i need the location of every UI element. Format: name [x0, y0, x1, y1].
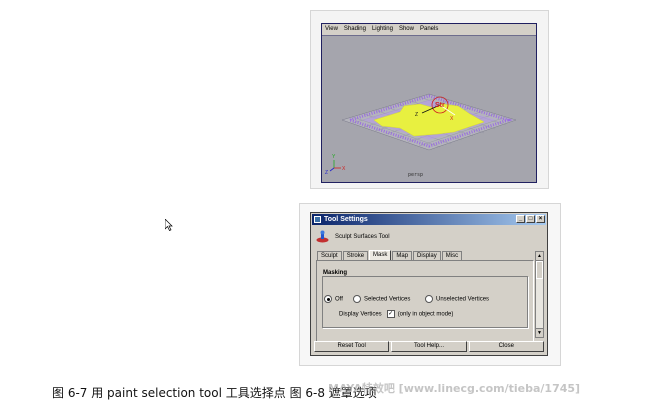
- reset-tool-button[interactable]: Reset Tool: [314, 341, 390, 352]
- tool-name: Sculpt Surfaces Tool: [335, 234, 390, 240]
- title-bar[interactable]: Tool Settings _ □ ×: [312, 214, 546, 225]
- camera-label: persp: [408, 172, 424, 178]
- display-vertices-label: Display Vertices: [339, 311, 382, 318]
- manip-label: Str: [435, 102, 445, 109]
- radio-unselected-indicator[interactable]: [425, 295, 433, 303]
- radio-selected-vertices[interactable]: Selected Vertices: [353, 295, 410, 303]
- axis-z-label: Z: [325, 170, 328, 176]
- axis-y-label: Y: [332, 154, 336, 160]
- scroll-down-arrow-icon[interactable]: ▼: [536, 328, 543, 337]
- only-object-mode-label: (only in object mode): [397, 311, 454, 318]
- close-window-button[interactable]: ×: [536, 215, 545, 223]
- tool-settings-figure: Tool Settings _ □ × Sculpt Surfaces Tool…: [299, 203, 561, 366]
- radio-selected-label: Selected Vertices: [364, 296, 411, 303]
- menu-panels[interactable]: Panels: [420, 24, 438, 35]
- tool-settings-window: Tool Settings _ □ × Sculpt Surfaces Tool…: [310, 212, 548, 356]
- axis-x-label: X: [342, 166, 346, 172]
- watermark: MAYA特效吧 [www.linecg.com/tieba/1745]: [328, 382, 581, 395]
- radio-selected-indicator[interactable]: [353, 295, 361, 303]
- window-icon: [314, 216, 321, 223]
- close-button[interactable]: Close: [468, 341, 544, 352]
- tool-help-button[interactable]: Tool Help...: [391, 341, 467, 352]
- viewport-menubar: View Shading Lighting Show Panels: [322, 24, 536, 36]
- menu-lighting[interactable]: Lighting: [372, 24, 393, 35]
- tab-bar: Sculpt Stroke Mask Map Display Misc: [317, 250, 463, 261]
- page: View Shading Lighting Show Panels Str X …: [0, 0, 661, 408]
- display-vertices-row: Display Vertices ✓ (only in object mode): [339, 310, 453, 318]
- radio-off-indicator[interactable]: [324, 295, 332, 303]
- radio-off[interactable]: Off: [324, 295, 343, 303]
- menu-show[interactable]: Show: [399, 24, 414, 35]
- scene-svg: Str X Z Y X Z: [325, 93, 517, 176]
- sculpt-tool-icon: [316, 230, 329, 243]
- maximize-button[interactable]: □: [526, 215, 535, 223]
- minimize-button[interactable]: _: [516, 215, 525, 223]
- window-title: Tool Settings: [324, 216, 368, 223]
- button-row: Reset Tool Tool Help... Close: [314, 341, 544, 352]
- manip-z-label: Z: [415, 112, 418, 118]
- mask-panel: Masking Off Selected Vertices Unselected…: [316, 260, 534, 342]
- scroll-thumb[interactable]: [536, 261, 543, 279]
- viewport-figure: View Shading Lighting Show Panels Str X …: [310, 10, 549, 189]
- viewport-panel[interactable]: View Shading Lighting Show Panels Str X …: [321, 23, 537, 183]
- radio-off-label: Off: [335, 296, 343, 303]
- scroll-up-arrow-icon[interactable]: ▲: [536, 252, 543, 261]
- menu-view[interactable]: View: [325, 24, 338, 35]
- viewport-canvas[interactable]: Str X Z Y X Z persp: [322, 36, 536, 182]
- mouse-cursor-icon: [165, 219, 173, 231]
- menu-shading[interactable]: Shading: [344, 24, 366, 35]
- radio-unselected-vertices[interactable]: Unselected Vertices: [425, 295, 489, 303]
- display-vertices-checkbox[interactable]: ✓: [386, 310, 395, 318]
- radio-unselected-label: Unselected Vertices: [436, 296, 490, 303]
- vertical-scrollbar[interactable]: ▲ ▼: [535, 251, 544, 338]
